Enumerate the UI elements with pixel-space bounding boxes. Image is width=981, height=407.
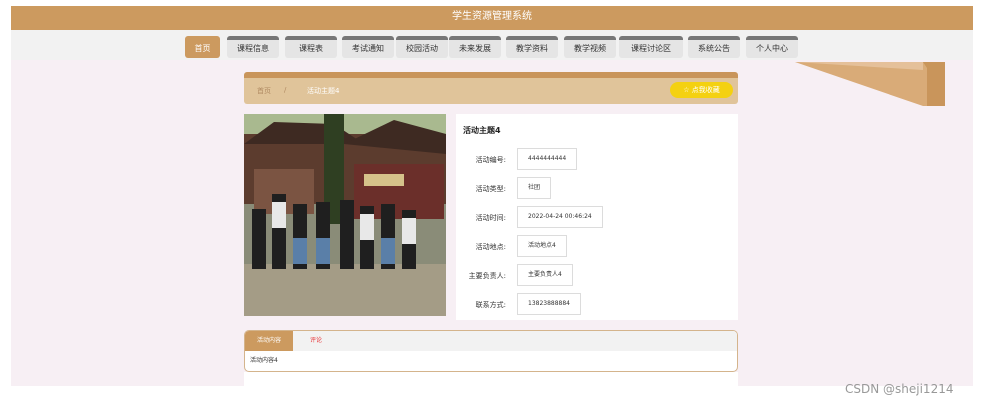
field-label-number: 活动编号: — [475, 156, 506, 164]
nav-item-announcement[interactable]: 系统公告 — [688, 36, 740, 58]
activity-title: 活动主题4 — [463, 126, 501, 135]
field-value-leader: 主要负责人4 — [517, 264, 573, 286]
field-value-type: 社团 — [517, 177, 552, 199]
field-value-time: 2022-04-24 00:46:24 — [517, 206, 603, 228]
nav-item-teaching-video[interactable]: 教学视频 — [564, 36, 616, 58]
activity-photo — [244, 114, 446, 316]
app-title: 学生资源管理系统 — [11, 6, 973, 30]
breadcrumb: 首页 / 活动主题4 ☆ 点我收藏 — [244, 72, 738, 104]
detail-tabs: 活动内容 评论 活动内容4 — [244, 330, 738, 372]
field-label-type: 活动类型: — [475, 185, 506, 193]
field-label-time: 活动时间: — [475, 214, 506, 222]
field-value-location: 活动地点4 — [517, 235, 567, 257]
field-label-contact: 联系方式: — [475, 301, 506, 309]
breadcrumb-home[interactable]: 首页 — [257, 86, 271, 96]
nav-item-future[interactable]: 未来发展 — [449, 36, 501, 58]
nav-item-discussion[interactable]: 课程讨论区 — [619, 36, 683, 58]
field-value-contact: 13823888884 — [517, 293, 581, 315]
page: 学生资源管理系统 首页 课程信息 课程表 考试通知 校园活动 未来发展 教学资料… — [0, 0, 981, 407]
nav-item-personal-center[interactable]: 个人中心 — [746, 36, 798, 58]
nav-item-teaching-material[interactable]: 教学资料 — [506, 36, 558, 58]
activity-info-panel: 活动主题4 活动编号: 4444444444 活动类型: 社团 活动时间: 20… — [456, 114, 738, 320]
tab-activity-content[interactable]: 活动内容 — [245, 331, 293, 351]
nav-item-home[interactable]: 首页 — [185, 36, 220, 58]
favorite-button[interactable]: ☆ 点我收藏 — [670, 82, 733, 98]
breadcrumb-separator: / — [284, 86, 287, 94]
nav-item-campus-activity[interactable]: 校园活动 — [396, 36, 448, 58]
activity-content-text: 活动内容4 — [250, 357, 278, 364]
nav-item-exam-notice[interactable]: 考试通知 — [342, 36, 394, 58]
decorative-banner-shape — [795, 62, 945, 106]
breadcrumb-current: 活动主题4 — [307, 87, 340, 95]
field-label-leader: 主要负责人: — [468, 272, 506, 280]
top-nav: 首页 课程信息 课程表 考试通知 校园活动 未来发展 教学资料 教学视频 课程讨… — [11, 30, 973, 60]
field-label-location: 活动地点: — [475, 243, 506, 251]
watermark: CSDN @sheji1214 — [845, 382, 954, 396]
tab-header: 活动内容 评论 — [245, 331, 737, 351]
nav-item-timetable[interactable]: 课程表 — [285, 36, 337, 58]
tab-comment[interactable]: 评论 — [310, 331, 322, 351]
nav-item-course-info[interactable]: 课程信息 — [227, 36, 279, 58]
field-value-number: 4444444444 — [517, 148, 578, 170]
content-footer-area — [244, 372, 738, 386]
